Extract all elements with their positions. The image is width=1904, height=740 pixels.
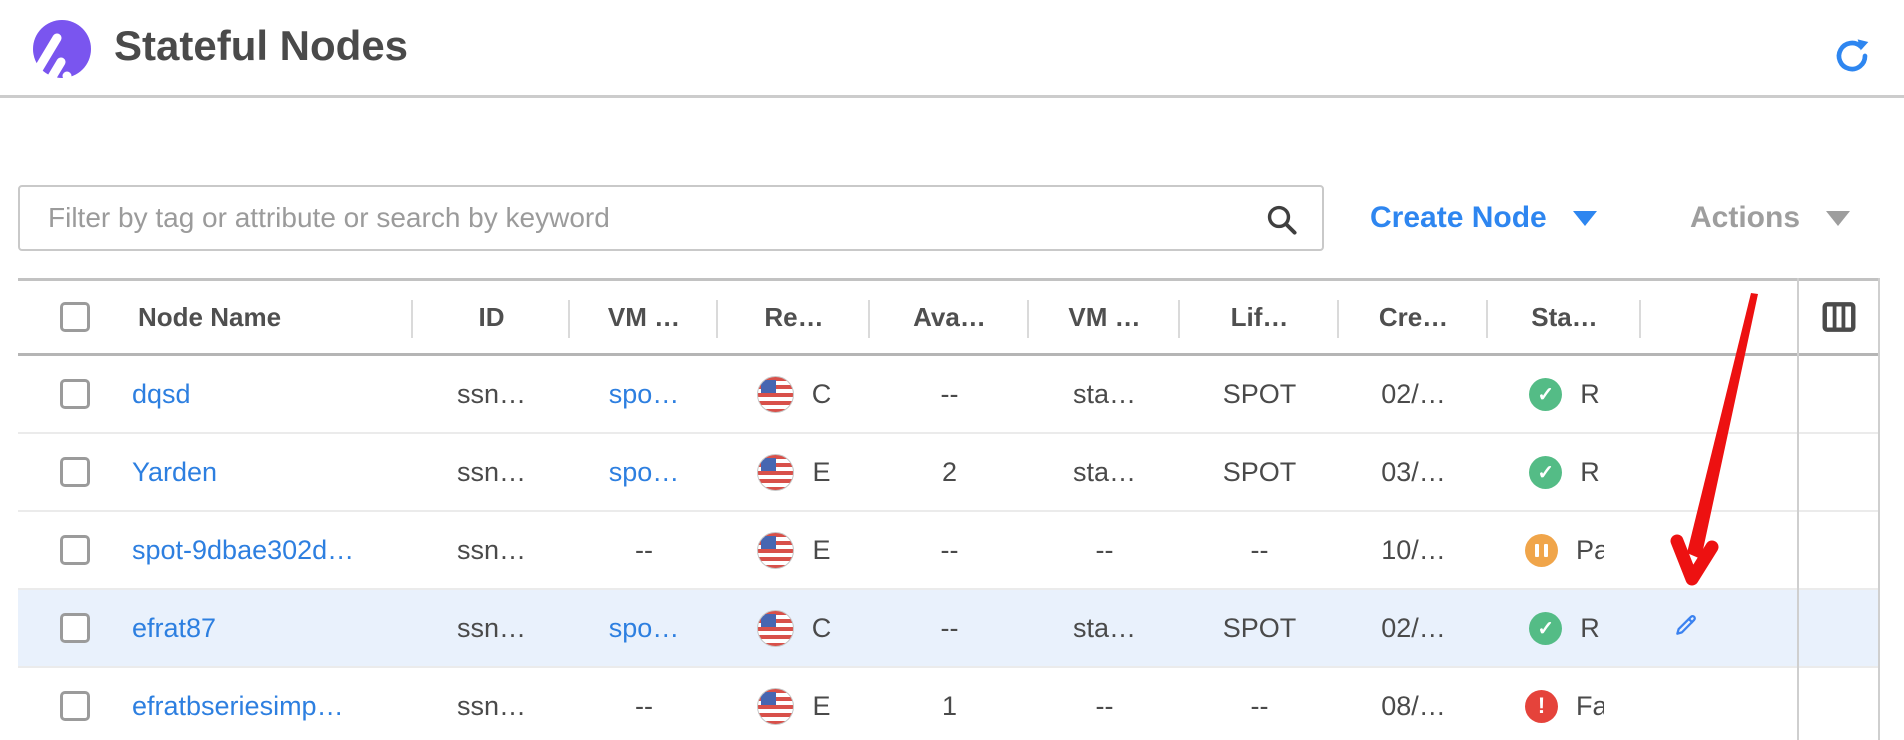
status-label: R bbox=[1580, 457, 1600, 488]
row-checkbox[interactable] bbox=[60, 457, 90, 487]
lifecycle-value: -- bbox=[1180, 535, 1339, 566]
column-picker-cell[interactable] bbox=[1797, 281, 1880, 353]
node-id: ssn… bbox=[413, 691, 570, 722]
select-all-checkbox[interactable] bbox=[60, 302, 90, 332]
edit-node-icon[interactable] bbox=[1673, 612, 1699, 645]
status-label: Fa bbox=[1576, 691, 1604, 722]
availability-value: 2 bbox=[870, 457, 1029, 488]
stateful-nodes-page: Stateful Nodes Create Node Actions Node … bbox=[0, 0, 1904, 740]
status-paused-icon bbox=[1525, 534, 1558, 567]
table-row[interactable]: Yarden ssn… spo… E 2 sta… SPOT 03/… ✓ R bbox=[18, 434, 1880, 512]
filter-container bbox=[18, 185, 1324, 251]
refresh-icon[interactable] bbox=[1832, 36, 1872, 76]
create-node-label: Create Node bbox=[1370, 201, 1547, 235]
vm-size-value: -- bbox=[1029, 691, 1180, 722]
status-running-icon: ✓ bbox=[1529, 456, 1562, 489]
column-header-id[interactable]: ID bbox=[413, 281, 570, 353]
chevron-down-icon bbox=[1826, 211, 1850, 226]
vm-image-value: -- bbox=[570, 535, 718, 566]
column-header-region[interactable]: Re… bbox=[718, 281, 870, 353]
table-header-row: Node Name ID VM … Re… Ava… VM … Lif… Cre… bbox=[18, 278, 1880, 356]
lifecycle-value: SPOT bbox=[1180, 457, 1339, 488]
table-vertical-divider bbox=[1797, 278, 1799, 740]
nodes-table: Node Name ID VM … Re… Ava… VM … Lif… Cre… bbox=[18, 278, 1880, 740]
availability-value: -- bbox=[870, 379, 1029, 410]
vm-image-link[interactable]: spo… bbox=[609, 379, 680, 410]
node-name-link[interactable]: spot-9dbae302d… bbox=[132, 535, 354, 566]
region-label: E bbox=[812, 535, 830, 566]
column-header-availability[interactable]: Ava… bbox=[870, 281, 1029, 353]
vm-size-value: sta… bbox=[1029, 613, 1180, 644]
table-row[interactable]: efratbseriesimp… ssn… -- E 1 -- -- 08/… … bbox=[18, 668, 1880, 740]
row-checkbox[interactable] bbox=[60, 613, 90, 643]
select-all-cell bbox=[18, 281, 92, 353]
created-value: 02/… bbox=[1339, 379, 1488, 410]
spot-logo-icon bbox=[26, 16, 94, 84]
table-right-border bbox=[1878, 278, 1880, 740]
node-name-link[interactable]: dqsd bbox=[132, 379, 191, 410]
us-flag-icon bbox=[757, 454, 794, 491]
column-picker-icon bbox=[1820, 298, 1858, 336]
vm-image-value: -- bbox=[570, 691, 718, 722]
created-value: 02/… bbox=[1339, 613, 1488, 644]
lifecycle-value: -- bbox=[1180, 691, 1339, 722]
status-failed-icon: ! bbox=[1525, 690, 1558, 723]
region-label: C bbox=[812, 379, 832, 410]
table-row[interactable]: spot-9dbae302d… ssn… -- E -- -- -- 10/… … bbox=[18, 512, 1880, 590]
vm-size-value: sta… bbox=[1029, 457, 1180, 488]
node-id: ssn… bbox=[413, 613, 570, 644]
us-flag-icon bbox=[757, 376, 794, 413]
status-label: Pa bbox=[1576, 535, 1604, 566]
region-label: C bbox=[812, 613, 832, 644]
vm-image-link[interactable]: spo… bbox=[609, 613, 680, 644]
row-checkbox[interactable] bbox=[60, 535, 90, 565]
status-label: R bbox=[1580, 613, 1600, 644]
search-icon[interactable] bbox=[1264, 202, 1300, 238]
column-header-vm-image[interactable]: VM … bbox=[570, 281, 718, 353]
column-header-node-name[interactable]: Node Name bbox=[92, 281, 413, 353]
column-header-actions bbox=[1641, 281, 1797, 353]
node-name-link[interactable]: Yarden bbox=[132, 457, 217, 488]
node-id: ssn… bbox=[413, 535, 570, 566]
availability-value: -- bbox=[870, 613, 1029, 644]
us-flag-icon bbox=[757, 532, 794, 569]
vm-size-value: -- bbox=[1029, 535, 1180, 566]
lifecycle-value: SPOT bbox=[1180, 379, 1339, 410]
vm-size-value: sta… bbox=[1029, 379, 1180, 410]
page-header: Stateful Nodes bbox=[0, 0, 1904, 98]
chevron-down-icon bbox=[1573, 211, 1597, 226]
column-header-lifecycle[interactable]: Lif… bbox=[1180, 281, 1339, 353]
node-id: ssn… bbox=[413, 457, 570, 488]
node-id: ssn… bbox=[413, 379, 570, 410]
column-header-created[interactable]: Cre… bbox=[1339, 281, 1488, 353]
availability-value: 1 bbox=[870, 691, 1029, 722]
availability-value: -- bbox=[870, 535, 1029, 566]
node-name-link[interactable]: efrat87 bbox=[132, 613, 216, 644]
lifecycle-value: SPOT bbox=[1180, 613, 1339, 644]
region-label: E bbox=[812, 691, 830, 722]
filter-input[interactable] bbox=[20, 187, 1322, 249]
status-label: R bbox=[1580, 379, 1600, 410]
vm-image-link[interactable]: spo… bbox=[609, 457, 680, 488]
actions-button[interactable]: Actions bbox=[1690, 196, 1850, 240]
actions-label: Actions bbox=[1690, 201, 1800, 235]
node-name-link[interactable]: efratbseriesimp… bbox=[132, 691, 344, 722]
column-header-vm-size[interactable]: VM … bbox=[1029, 281, 1180, 353]
table-row[interactable]: dqsd ssn… spo… C -- sta… SPOT 02/… ✓ R bbox=[18, 356, 1880, 434]
column-header-status[interactable]: Sta… bbox=[1488, 281, 1641, 353]
created-value: 08/… bbox=[1339, 691, 1488, 722]
row-checkbox[interactable] bbox=[60, 691, 90, 721]
created-value: 03/… bbox=[1339, 457, 1488, 488]
status-running-icon: ✓ bbox=[1529, 612, 1562, 645]
page-title: Stateful Nodes bbox=[114, 22, 408, 70]
status-running-icon: ✓ bbox=[1529, 378, 1562, 411]
table-row-selected[interactable]: efrat87 ssn… spo… C -- sta… SPOT 02/… ✓ R bbox=[18, 590, 1880, 668]
us-flag-icon bbox=[757, 688, 794, 725]
row-checkbox[interactable] bbox=[60, 379, 90, 409]
created-value: 10/… bbox=[1339, 535, 1488, 566]
create-node-button[interactable]: Create Node bbox=[1370, 196, 1597, 240]
us-flag-icon bbox=[757, 610, 794, 647]
region-label: E bbox=[812, 457, 830, 488]
